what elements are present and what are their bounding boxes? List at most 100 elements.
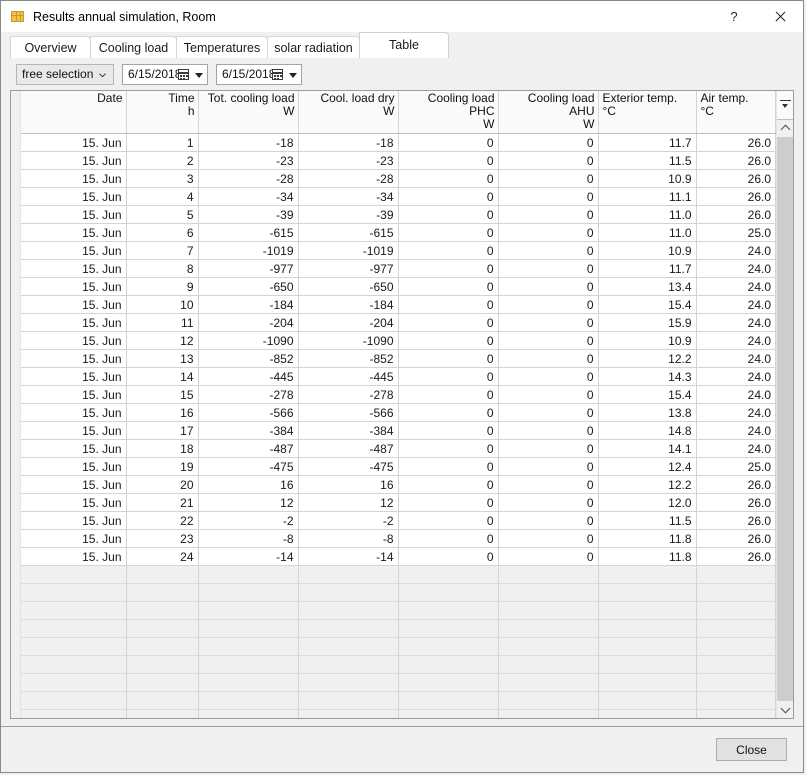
table-cell[interactable]: 15. Jun	[21, 349, 127, 368]
table-cell[interactable]: 0	[398, 223, 499, 242]
table-cell[interactable]: 11.8	[598, 529, 697, 548]
table-cell[interactable]: 24.0	[696, 259, 776, 278]
table-cell[interactable]: 10	[126, 295, 199, 314]
table-cell[interactable]: 15. Jun	[21, 367, 127, 386]
table-cell[interactable]: 15. Jun	[21, 223, 127, 242]
column-header-exterior-temp[interactable]: Exterior temp. °C	[598, 91, 697, 134]
table-cell[interactable]: -278	[298, 385, 399, 404]
close-window-button[interactable]	[757, 1, 803, 32]
date-to-input[interactable]: 6/15/2018	[216, 63, 302, 85]
table-cell[interactable]: -384	[198, 421, 299, 440]
table-cell[interactable]: 15. Jun	[21, 331, 127, 350]
table-cell[interactable]: 15.4	[598, 295, 697, 314]
table-cell[interactable]: 12	[198, 493, 299, 512]
table-cell[interactable]: 14.1	[598, 439, 697, 458]
table-cell[interactable]: 26.0	[696, 493, 776, 512]
table-cell[interactable]: 11.7	[598, 259, 697, 278]
table-cell[interactable]: 11.1	[598, 187, 697, 206]
table-cell[interactable]: 24.0	[696, 439, 776, 458]
table-cell[interactable]: 15. Jun	[21, 493, 127, 512]
table-row[interactable]: 15. Jun 12 -1090 -1090 0 0 10.9 24.0	[21, 331, 776, 350]
table-row[interactable]: 15. Jun 14 -445 -445 0 0 14.3 24.0	[21, 367, 776, 386]
table-cell[interactable]: 0	[498, 367, 599, 386]
table-cell[interactable]: 24	[126, 547, 199, 566]
table-row[interactable]: 15. Jun 11 -204 -204 0 0 15.9 24.0	[21, 313, 776, 332]
table-cell[interactable]: 0	[498, 259, 599, 278]
table-cell[interactable]: 1	[126, 133, 199, 152]
table-cell[interactable]: 10.9	[598, 241, 697, 260]
column-header-date[interactable]: Date	[21, 91, 127, 134]
table-cell[interactable]: 24.0	[696, 331, 776, 350]
tab-overview[interactable]: Overview	[10, 36, 91, 58]
table-cell[interactable]: 24.0	[696, 241, 776, 260]
table-cell[interactable]: 0	[498, 349, 599, 368]
column-header-cooling-load-phc[interactable]: Cooling load PHC W	[398, 91, 499, 134]
tab-cooling-load[interactable]: Cooling load	[90, 36, 177, 58]
table-row[interactable]: 15. Jun 6 -615 -615 0 0 11.0 25.0	[21, 223, 776, 242]
table-cell[interactable]: 0	[498, 169, 599, 188]
table-cell[interactable]: 24.0	[696, 367, 776, 386]
column-chooser-button[interactable]	[777, 91, 793, 120]
table-cell[interactable]: 24.0	[696, 277, 776, 296]
table-cell[interactable]: 15. Jun	[21, 259, 127, 278]
table-cell[interactable]: 26.0	[696, 529, 776, 548]
table-cell[interactable]: 0	[498, 241, 599, 260]
table-row[interactable]: 15. Jun 24 -14 -14 0 0 11.8 26.0	[21, 547, 776, 566]
table-cell[interactable]: -2	[298, 511, 399, 530]
table-cell[interactable]: 18	[126, 439, 199, 458]
table-cell[interactable]: 24.0	[696, 349, 776, 368]
scroll-track[interactable]	[777, 137, 793, 701]
table-cell[interactable]: 0	[398, 331, 499, 350]
scroll-thumb[interactable]	[777, 137, 793, 701]
table-cell[interactable]: -487	[298, 439, 399, 458]
table-cell[interactable]: 0	[498, 547, 599, 566]
table-cell[interactable]: 0	[398, 313, 499, 332]
table-cell[interactable]: 15. Jun	[21, 313, 127, 332]
table-cell[interactable]: -475	[298, 457, 399, 476]
table-row[interactable]: 15. Jun 18 -487 -487 0 0 14.1 24.0	[21, 439, 776, 458]
table-row[interactable]: 15. Jun 5 -39 -39 0 0 11.0 26.0	[21, 205, 776, 224]
table-cell[interactable]: 0	[398, 151, 499, 170]
column-header-tot-cooling-load[interactable]: Tot. cooling load W	[198, 91, 299, 134]
table-cell[interactable]: 0	[498, 511, 599, 530]
table-cell[interactable]: 11.8	[598, 547, 697, 566]
date-from-input[interactable]: 6/15/2018	[122, 63, 208, 85]
table-cell[interactable]: 20	[126, 475, 199, 494]
table-cell[interactable]: 25.0	[696, 457, 776, 476]
table-cell[interactable]: 10.9	[598, 169, 697, 188]
table-cell[interactable]: 0	[398, 457, 499, 476]
table-cell[interactable]: 11.5	[598, 511, 697, 530]
table-cell[interactable]: -445	[198, 367, 299, 386]
tab-table[interactable]: Table	[359, 32, 449, 58]
table-cell[interactable]: 0	[398, 133, 499, 152]
table-cell[interactable]: 19	[126, 457, 199, 476]
tab-temperatures[interactable]: Temperatures	[176, 36, 268, 58]
table-cell[interactable]: -566	[298, 403, 399, 422]
table-cell[interactable]: -8	[198, 529, 299, 548]
table-cell[interactable]: 15. Jun	[21, 421, 127, 440]
table-cell[interactable]: 15. Jun	[21, 277, 127, 296]
table-cell[interactable]: -18	[298, 133, 399, 152]
table-cell[interactable]: -384	[298, 421, 399, 440]
table-cell[interactable]: 10.9	[598, 331, 697, 350]
table-cell[interactable]: 0	[398, 241, 499, 260]
column-header-air-temp[interactable]: Air temp. °C	[696, 91, 776, 134]
table-cell[interactable]: -204	[198, 313, 299, 332]
table-cell[interactable]: 13.4	[598, 277, 697, 296]
table-cell[interactable]: -204	[298, 313, 399, 332]
table-row[interactable]: 15. Jun 13 -852 -852 0 0 12.2 24.0	[21, 349, 776, 368]
table-cell[interactable]: 17	[126, 421, 199, 440]
table-cell[interactable]: -615	[298, 223, 399, 242]
table-cell[interactable]: 0	[398, 187, 499, 206]
table-cell[interactable]: 0	[498, 421, 599, 440]
table-cell[interactable]: 12.2	[598, 475, 697, 494]
table-row[interactable]: 15. Jun 7 -1019 -1019 0 0 10.9 24.0	[21, 241, 776, 260]
close-button[interactable]: Close	[716, 738, 787, 761]
table-cell[interactable]: 11.7	[598, 133, 697, 152]
table-cell[interactable]: 0	[398, 367, 499, 386]
table-row[interactable]: 15. Jun 20 16 16 0 0 12.2 26.0	[21, 475, 776, 494]
table-row[interactable]: 15. Jun 22 -2 -2 0 0 11.5 26.0	[21, 511, 776, 530]
date-to-dropdown-arrow-icon[interactable]	[289, 72, 297, 78]
table-row[interactable]: 15. Jun 19 -475 -475 0 0 12.4 25.0	[21, 457, 776, 476]
table-cell[interactable]: 15. Jun	[21, 385, 127, 404]
